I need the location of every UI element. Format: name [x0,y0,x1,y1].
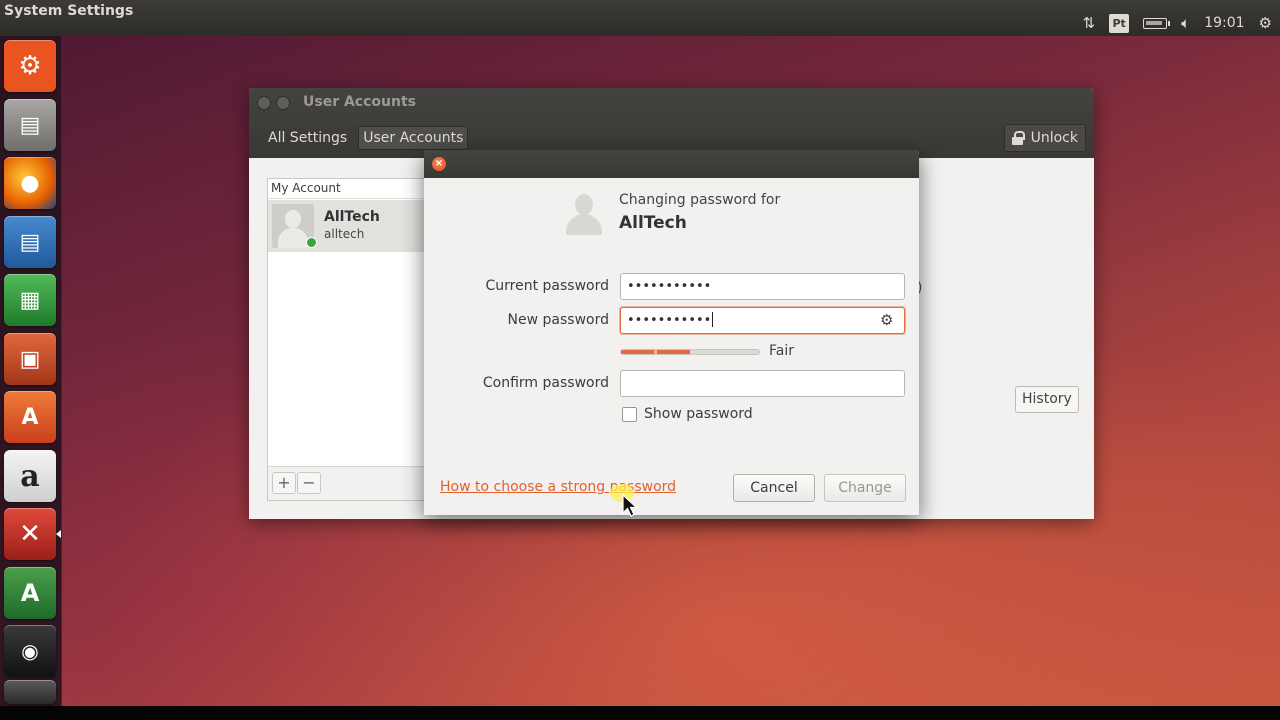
current-password-value: ••••••••••• [627,279,712,294]
new-password-label: New password [507,312,609,328]
disk-icon[interactable]: ◉ [4,625,56,677]
cancel-button[interactable]: Cancel [733,474,815,502]
system-settings-icon[interactable]: ✕ [4,508,56,560]
files-icon[interactable]: ▤ [4,99,56,151]
history-button[interactable]: History [1015,386,1079,413]
active-window-indicator [56,530,61,538]
close-icon[interactable]: × [432,157,446,171]
new-password-value: ••••••••••• [627,313,712,328]
indicators: ⇅ Pt 🔈︎ 19:01 ⚙ [1069,10,1272,36]
close-icon[interactable] [257,96,271,110]
user-avatar-icon [564,194,604,236]
change-button[interactable]: Change [824,474,906,502]
firefox-icon[interactable]: ● [4,157,56,209]
show-password-label[interactable]: Show password [644,406,753,422]
dash-home-icon[interactable]: ⚙ [4,40,56,92]
change-password-dialog: × Changing password for AllTech Current … [424,150,919,515]
minimize-icon[interactable] [276,96,290,110]
confirm-password-field[interactable] [620,370,905,397]
software-center-icon[interactable]: A [4,391,56,443]
volume-icon[interactable]: 🔈︎ [1181,10,1190,36]
impress-icon[interactable]: ▣ [4,333,56,385]
current-password-label: Current password [485,278,610,294]
accounts-toolbar: + − [268,466,426,500]
software-updater-icon[interactable]: A [4,567,56,619]
account-full-name: AllTech [324,209,380,225]
calc-icon[interactable]: ▦ [4,274,56,326]
strong-password-help-link[interactable]: How to choose a strong password [440,479,676,495]
network-icon[interactable]: ⇅ [1083,10,1096,36]
changing-password-label: Changing password for [619,192,781,208]
amazon-icon[interactable]: a [4,450,56,502]
accounts-header: My Account [268,179,426,199]
new-password-field[interactable]: ••••••••••• ⚙ [620,307,905,334]
top-panel: System Settings ⇅ Pt 🔈︎ 19:01 ⚙ [0,0,1280,36]
account-username: alltech [324,227,365,241]
dialog-titlebar: × [424,150,919,178]
changing-password-user: AllTech [619,213,687,233]
writer-icon[interactable]: ▤ [4,216,56,268]
password-strength-fill [621,350,690,354]
gear-icon[interactable]: ⚙ [1259,10,1272,36]
remove-user-button[interactable]: − [297,472,321,494]
app-title: System Settings [4,3,134,19]
generate-password-icon[interactable]: ⚙ [880,312,896,328]
show-password-checkbox[interactable] [622,407,637,422]
clock[interactable]: 19:01 [1204,10,1244,36]
window-titlebar: User Accounts All Settings User Accounts… [249,88,1094,158]
password-strength-bar [620,349,760,355]
unlock-label: Unlock [1030,130,1078,146]
lock-icon [1011,131,1025,145]
text-caret [712,312,714,327]
unlock-button[interactable]: Unlock [1003,124,1086,152]
breadcrumb: All Settings User Accounts [263,126,469,150]
breadcrumb-all-settings[interactable]: All Settings [263,126,352,150]
breadcrumb-user-accounts[interactable]: User Accounts [358,126,469,150]
window-title: User Accounts [303,94,416,110]
launcher: ⚙ ▤ ● ▤ ▦ ▣ A a ✕ A ◉ [0,36,62,706]
trash-icon[interactable] [4,680,56,704]
password-strength-label: Fair [769,343,794,359]
account-row[interactable]: AllTech alltech [268,200,426,252]
current-password-field[interactable]: ••••••••••• [620,273,905,300]
accounts-list: My Account AllTech alltech + − [267,178,427,501]
keyboard-layout-indicator[interactable]: Pt [1109,13,1130,33]
confirm-password-label: Confirm password [482,375,609,391]
online-status-icon [306,237,317,248]
battery-icon[interactable] [1143,17,1171,29]
add-user-button[interactable]: + [272,472,296,494]
